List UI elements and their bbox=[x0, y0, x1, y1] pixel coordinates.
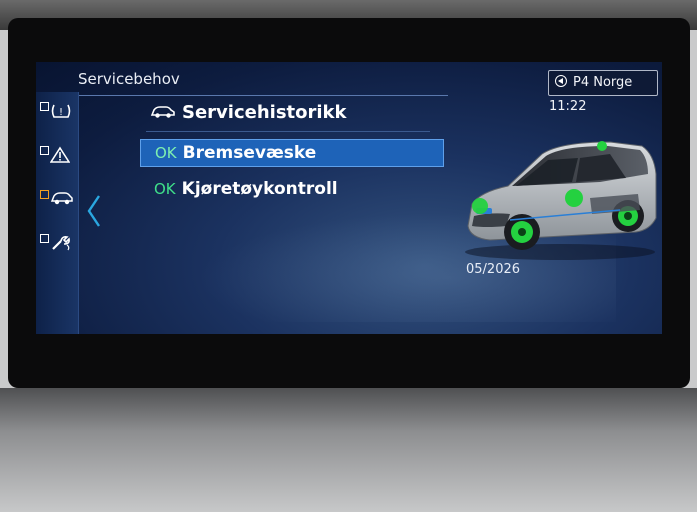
rail-item-tire-pressure[interactable]: ! bbox=[40, 100, 74, 124]
page-title: Servicebehov bbox=[78, 70, 180, 88]
header-divider bbox=[146, 131, 430, 132]
vehicle-illustration bbox=[450, 134, 660, 264]
status-ok-label: OK bbox=[154, 180, 176, 198]
back-chevron-icon[interactable] bbox=[86, 194, 102, 236]
radio-station: P4 Norge bbox=[573, 75, 633, 90]
rail-item-car-service[interactable] bbox=[40, 188, 74, 212]
menu-header-label: Servicehistorikk bbox=[182, 102, 347, 123]
rail-checkbox bbox=[40, 102, 49, 111]
menu-item-label: Kjøretøykontroll bbox=[181, 179, 338, 199]
wrench-service-icon bbox=[50, 234, 72, 256]
service-date: 05/2026 bbox=[466, 262, 521, 277]
menu-item-kjoretoykontroll[interactable]: OK Kjøretøykontroll bbox=[140, 176, 442, 202]
tire-pressure-warning-icon: ! bbox=[50, 102, 72, 124]
rail-item-wrench[interactable] bbox=[40, 232, 74, 256]
menu-item-bremsevaeske[interactable]: OK Bremsevæske bbox=[140, 139, 444, 167]
car-icon bbox=[150, 103, 176, 118]
left-rail: ! bbox=[36, 92, 79, 334]
rail-checkbox bbox=[40, 234, 49, 243]
rail-item-warning[interactable] bbox=[40, 144, 74, 168]
menu-header[interactable]: Servicehistorikk bbox=[150, 102, 347, 123]
menu-item-label: Bremsevæske bbox=[182, 143, 317, 163]
svg-text:!: ! bbox=[59, 107, 63, 118]
warning-triangle-icon bbox=[49, 146, 71, 168]
dashboard-surface bbox=[0, 388, 697, 512]
status-ok-label: OK bbox=[155, 144, 177, 162]
title-divider bbox=[78, 95, 448, 96]
rail-checkbox bbox=[40, 146, 49, 155]
rail-checkbox-checked bbox=[40, 190, 49, 199]
idrive-screen: Servicebehov P4 Norge 11:22 ! Servicehis… bbox=[36, 62, 662, 334]
status-box: P4 Norge 11:22 bbox=[548, 70, 658, 114]
car-service-icon bbox=[50, 190, 74, 210]
clock-time: 11:22 bbox=[549, 99, 587, 114]
radio-icon bbox=[555, 75, 567, 87]
